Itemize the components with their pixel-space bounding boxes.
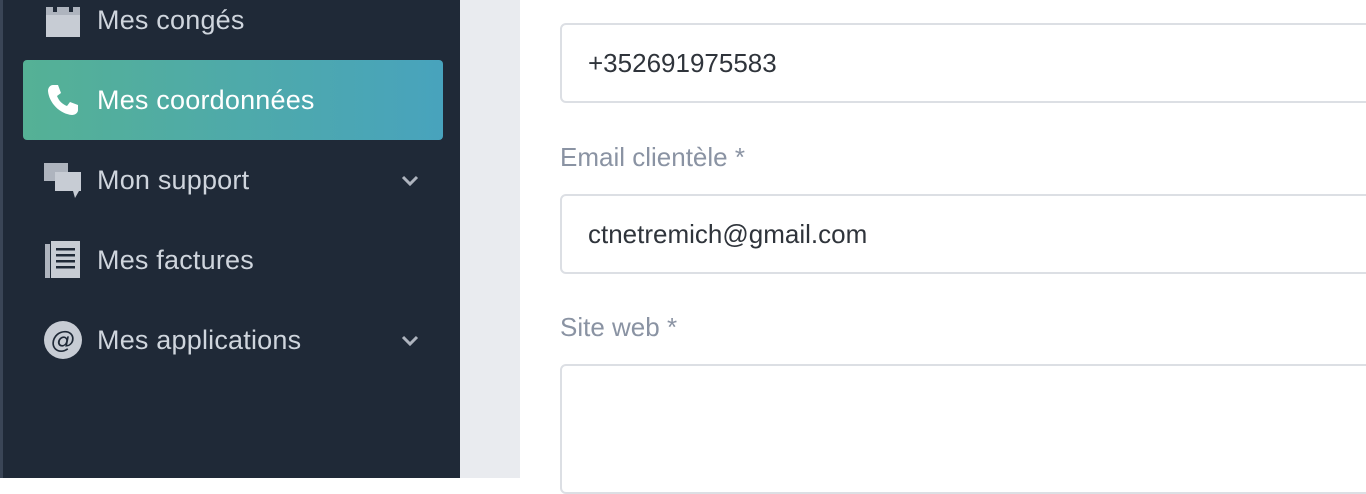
sidebar: Mes congés Mes coordonnées Mon support M… xyxy=(0,0,460,478)
website-label: Site web * xyxy=(560,312,678,342)
at-sign-icon: @ xyxy=(43,320,83,360)
content-gutter xyxy=(460,0,520,478)
sidebar-item-mes-applications[interactable]: @ Mes applications xyxy=(23,300,443,380)
svg-text:@: @ xyxy=(51,326,75,354)
calendar-icon xyxy=(43,0,83,40)
sidebar-item-label: Mon support xyxy=(97,164,250,195)
sidebar-item-label: Mes coordonnées xyxy=(97,84,315,115)
website-input[interactable] xyxy=(560,364,1366,494)
sidebar-item-label: Mes applications xyxy=(97,324,302,355)
invoice-document-icon xyxy=(43,240,83,280)
sidebar-item-mes-coordonnees[interactable]: Mes coordonnées xyxy=(23,60,443,140)
sidebar-item-mes-conges[interactable]: Mes congés xyxy=(23,0,443,60)
chat-bubbles-icon xyxy=(43,160,83,200)
sidebar-item-mes-factures[interactable]: Mes factures xyxy=(23,220,443,300)
phone-input[interactable] xyxy=(560,23,1366,103)
sidebar-item-label: Mes factures xyxy=(97,244,254,275)
chevron-down-icon[interactable] xyxy=(399,328,421,350)
sidebar-item-mon-support[interactable]: Mon support xyxy=(23,140,443,220)
phone-icon xyxy=(43,80,83,120)
chevron-down-icon[interactable] xyxy=(399,168,421,190)
email-input[interactable] xyxy=(560,194,1366,274)
sidebar-item-label: Mes congés xyxy=(97,4,245,35)
coordinates-form: Email clientèle * Site web * xyxy=(520,0,1366,494)
email-label: Email clientèle * xyxy=(560,142,745,172)
